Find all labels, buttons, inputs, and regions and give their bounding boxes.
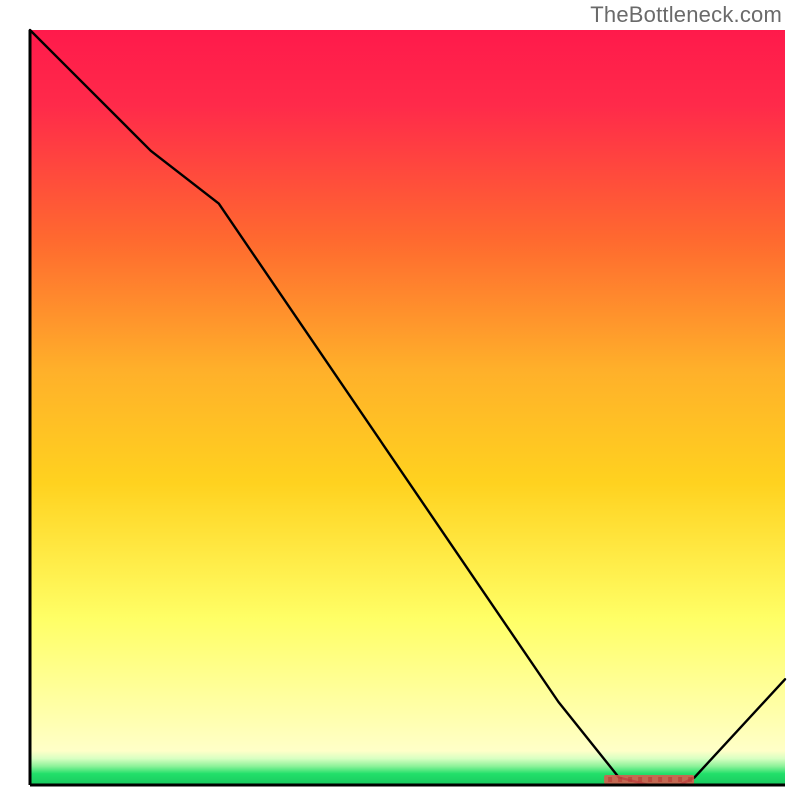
bottom-annotation-tick	[678, 777, 682, 782]
bottleneck-chart	[0, 0, 800, 800]
bottom-annotation-tick	[658, 777, 662, 782]
bottom-annotation-tick	[638, 777, 642, 782]
bottom-annotation-tick	[608, 777, 612, 782]
bottom-annotation-tick	[648, 777, 652, 782]
bottom-annotation-tick	[618, 777, 622, 782]
bottom-annotation-tick	[628, 777, 632, 782]
bottom-annotation-tick	[688, 777, 692, 782]
bottom-annotation-tick	[668, 777, 672, 782]
watermark-text: TheBottleneck.com	[590, 2, 782, 28]
